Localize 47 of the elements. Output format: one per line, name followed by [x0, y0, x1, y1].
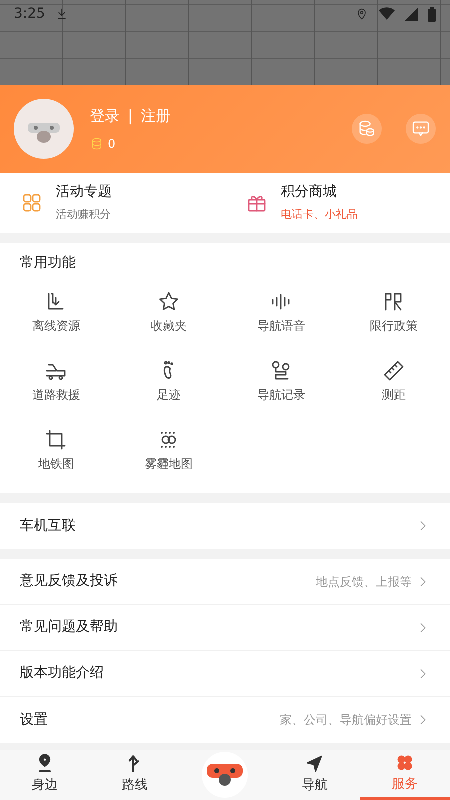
- message-icon: [411, 119, 431, 139]
- nav-tab[interactable]: 路线: [90, 750, 180, 800]
- navigation-arrow-icon: [305, 754, 325, 774]
- status-time: 3:25: [14, 4, 46, 24]
- crop-icon: [44, 428, 68, 452]
- menu-label: 车机互联: [20, 516, 76, 536]
- function-item[interactable]: 足迹: [112, 347, 225, 416]
- function-item[interactable]: 地铁图: [0, 416, 112, 485]
- message-button[interactable]: [406, 114, 436, 144]
- function-item[interactable]: 离线资源: [0, 278, 112, 347]
- coins-button[interactable]: [352, 114, 382, 144]
- promo-title[interactable]: 活动专题: [56, 182, 112, 204]
- signal-icon: [405, 8, 418, 20]
- menu-detail: 家、公司、导航偏好设置: [280, 712, 412, 729]
- location-icon: [355, 7, 369, 21]
- function-item[interactable]: 雾霾地图: [112, 416, 225, 485]
- promo-subtitle: 活动赚积分: [56, 207, 112, 224]
- function-item[interactable]: 导航语音: [225, 278, 338, 347]
- nav-tab[interactable]: 身边: [0, 750, 90, 800]
- section-title: 常用功能: [19, 254, 77, 273]
- menu-row[interactable]: 常见问题及帮助: [0, 605, 450, 651]
- function-item[interactable]: 道路救援: [0, 347, 112, 416]
- assistant-button[interactable]: [202, 752, 248, 798]
- function-item[interactable]: 导航记录: [225, 347, 338, 416]
- function-item[interactable]: 限行政策: [338, 278, 450, 347]
- promo-subtitle: 电话卡、小礼品: [281, 207, 358, 224]
- coins-icon: [90, 137, 104, 152]
- menu-row[interactable]: 车机互联: [0, 503, 450, 549]
- menu-row[interactable]: 意见反馈及投诉 地点反馈、上报等: [0, 559, 450, 605]
- points-count: 0: [108, 136, 116, 154]
- wifi-icon: [379, 7, 395, 21]
- promo-title[interactable]: 积分商城: [281, 182, 358, 204]
- menu-label: 版本功能介绍: [20, 664, 104, 683]
- menu-row[interactable]: 设置 家、公司、导航偏好设置: [0, 697, 450, 743]
- menu-detail: 地点反馈、上报等: [316, 574, 412, 590]
- menu-label: 意见反馈及投诉: [20, 572, 118, 591]
- coins-icon: [357, 119, 377, 139]
- avatar-icon[interactable]: [14, 99, 74, 159]
- ruler-icon: [382, 359, 406, 383]
- battery-icon: [428, 6, 436, 22]
- menu-label: 设置: [20, 710, 48, 730]
- separator: |: [128, 106, 134, 127]
- function-item[interactable]: 测距: [338, 347, 450, 416]
- menu-row[interactable]: 版本功能介绍: [0, 651, 450, 697]
- function-item[interactable]: 收藏夹: [112, 278, 225, 347]
- menu-label: 常见问题及帮助: [20, 618, 118, 637]
- nav-tab[interactable]: 导航: [270, 750, 360, 800]
